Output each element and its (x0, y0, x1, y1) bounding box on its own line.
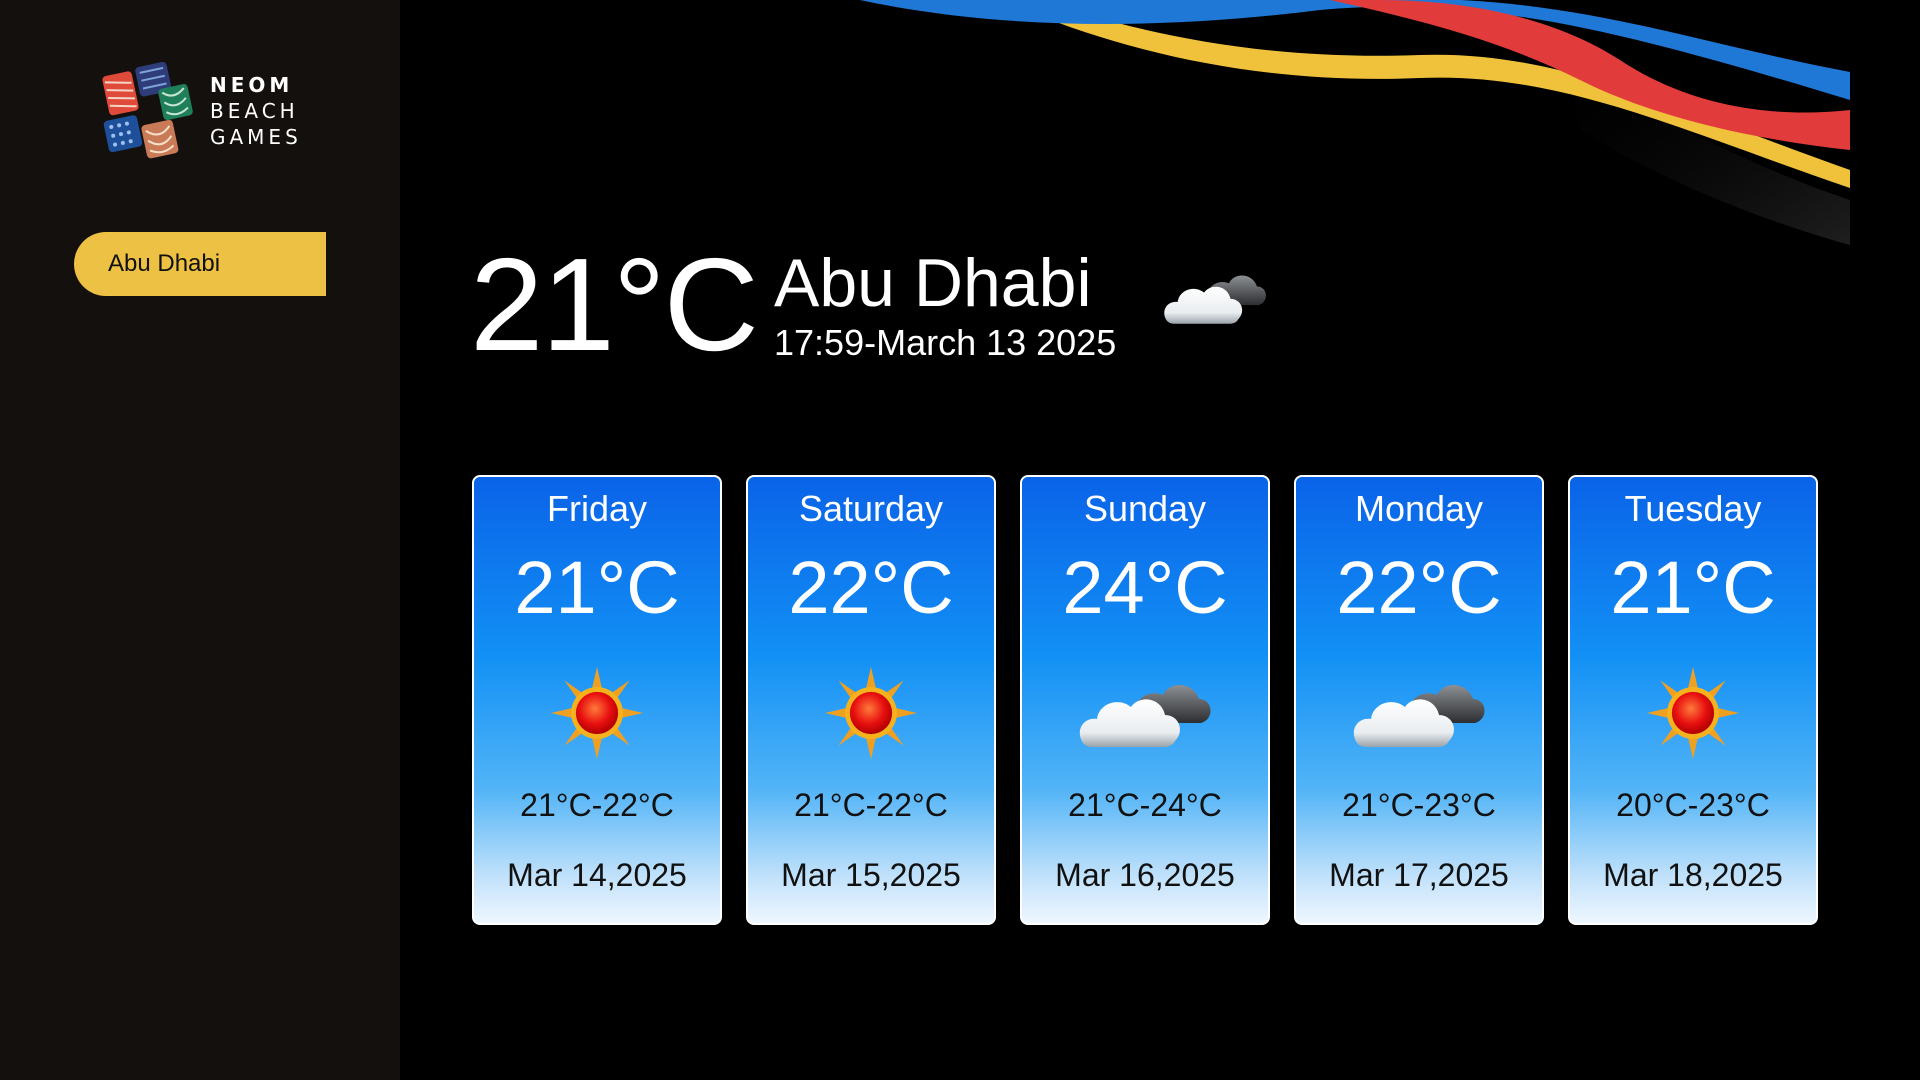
forecast-range: 21°C-22°C (520, 787, 674, 823)
sidebar: NEOM BEACH GAMES Abu Dhabi (0, 0, 400, 1080)
forecast-card-monday[interactable]: Monday 22°C 21°C-23°C Mar 17,2025 (1294, 475, 1544, 925)
logo-line-1: NEOM (210, 73, 294, 97)
forecast-range: 21°C-24°C (1068, 787, 1222, 823)
forecast-range: 21°C-23°C (1342, 787, 1496, 823)
forecast-day: Monday (1354, 488, 1484, 529)
current-weather: 21°C Abu Dhabi 17:59-March 13 2025 (470, 225, 1370, 385)
forecast-card-saturday[interactable]: Saturday 22°C 21°C-22°C Mar 15,2025 (746, 475, 996, 925)
sun-icon (550, 666, 644, 760)
forecast-range: 20°C-23°C (1616, 787, 1770, 823)
partly-cloudy-icon (1353, 684, 1485, 747)
decorative-ribbons (860, 0, 1850, 245)
forecast-date: Mar 16,2025 (1055, 857, 1235, 893)
forecast-date: Mar 15,2025 (781, 857, 961, 893)
forecast-date: Mar 14,2025 (507, 857, 687, 893)
partly-cloudy-icon (1079, 684, 1211, 747)
sun-icon (824, 666, 918, 760)
current-datetime: 17:59-March 13 2025 (774, 322, 1117, 363)
forecast-day: Saturday (798, 488, 944, 529)
current-temperature: 21°C (470, 231, 759, 378)
logo-line-2: BEACH (210, 99, 299, 123)
city-item-abu-dhabi[interactable]: Abu Dhabi (74, 232, 326, 296)
forecast-day: Tuesday (1624, 488, 1762, 529)
current-city-name: Abu Dhabi (774, 245, 1092, 321)
forecast-temp: 22°C (1336, 546, 1502, 629)
forecast-temp: 24°C (1062, 546, 1228, 629)
forecast-card-tuesday[interactable]: Tuesday 21°C 20°C-23°C Mar 18,2025 (1568, 475, 1818, 925)
neom-beach-games-logo: NEOM BEACH GAMES (96, 62, 316, 162)
logo-wordmark: NEOM BEACH GAMES (210, 72, 302, 150)
forecast-range: 21°C-22°C (794, 787, 948, 823)
logo-line-3: GAMES (210, 125, 302, 149)
forecast-temp: 21°C (514, 546, 680, 629)
forecast-day: Friday (546, 488, 648, 529)
forecast-card-friday[interactable]: Friday 21°C 21°C-22°C Mar 14,2025 (472, 475, 722, 925)
forecast-list: Friday 21°C 21°C-22°C Mar 14,2025 Saturd… (472, 475, 1818, 925)
partly-cloudy-icon (1160, 260, 1270, 330)
sun-icon (1646, 666, 1740, 760)
forecast-temp: 22°C (788, 546, 954, 629)
forecast-card-sunday[interactable]: Sunday 24°C 21°C-24°C Mar 16,2025 (1020, 475, 1270, 925)
forecast-date: Mar 18,2025 (1603, 857, 1783, 893)
forecast-temp: 21°C (1610, 546, 1776, 629)
forecast-day: Sunday (1083, 488, 1207, 529)
logo-mark-icon (102, 62, 193, 159)
forecast-date: Mar 17,2025 (1329, 857, 1509, 893)
